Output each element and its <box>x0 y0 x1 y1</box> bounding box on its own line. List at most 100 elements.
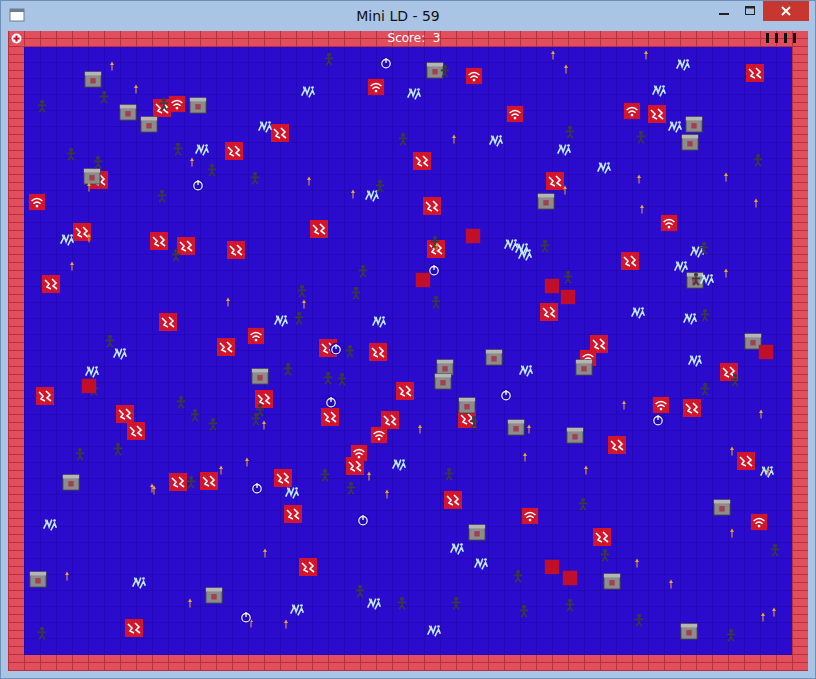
red-tile-icon <box>168 472 188 492</box>
wifi-tile-icon <box>660 214 678 232</box>
flame-icon <box>721 268 731 278</box>
red-tile-icon <box>320 407 340 427</box>
flame-icon <box>751 198 761 208</box>
block-icon <box>544 559 560 575</box>
block-icon <box>560 289 576 305</box>
crate-icon <box>507 418 525 436</box>
zombie-icon <box>157 97 171 111</box>
crate-icon <box>713 498 731 516</box>
flame-icon <box>666 579 676 589</box>
flame-icon <box>619 400 629 410</box>
zombie-icon <box>396 132 410 146</box>
flame-icon <box>84 233 94 243</box>
zombie-icon <box>35 99 49 113</box>
crate-icon <box>458 396 476 414</box>
minimize-icon <box>719 6 729 16</box>
red-tile-icon <box>273 468 293 488</box>
power-orb-icon <box>356 513 370 527</box>
virus-icon <box>472 555 490 573</box>
zombie-icon <box>442 467 456 481</box>
zombie-icon <box>768 543 782 557</box>
virus-icon <box>629 304 647 322</box>
red-tile-icon <box>254 389 274 409</box>
power-orb-icon <box>191 178 205 192</box>
red-tile-icon <box>270 123 290 143</box>
red-tile-icon <box>395 381 415 401</box>
crate-icon <box>29 570 47 588</box>
red-tile-icon <box>126 421 146 441</box>
red-tile-icon <box>607 435 627 455</box>
zombie-icon <box>563 598 577 612</box>
zombie-icon <box>253 403 267 417</box>
virus-icon <box>555 141 573 159</box>
wifi-tile-icon <box>521 507 539 525</box>
virus-icon <box>130 574 148 592</box>
block-icon <box>562 570 578 586</box>
red-tile-icon <box>539 302 559 322</box>
game-area[interactable]: Score: 3 <box>8 31 808 671</box>
crate-icon <box>603 572 621 590</box>
app-window-icon <box>9 7 25 23</box>
flame-icon <box>259 420 269 430</box>
crate-icon <box>537 192 555 210</box>
zombie-icon <box>205 163 219 177</box>
zombie-icon <box>248 171 262 185</box>
virus-icon <box>672 258 690 276</box>
virus-icon <box>288 601 306 619</box>
flame-icon <box>107 61 117 71</box>
zombie-icon <box>449 596 463 610</box>
zombie-icon <box>697 241 711 255</box>
flame-icon <box>260 548 270 558</box>
flame-icon <box>769 607 779 617</box>
virus-icon <box>283 484 301 502</box>
red-tile-icon <box>41 274 61 294</box>
virus-icon <box>256 118 274 136</box>
zombie-icon <box>563 125 577 139</box>
block-icon <box>544 278 560 294</box>
zombie-icon <box>344 481 358 495</box>
zombie-icon <box>73 447 87 461</box>
zombie-icon <box>64 147 78 161</box>
red-tile-icon <box>216 337 236 357</box>
flame-icon <box>382 489 392 499</box>
zombie-icon <box>343 344 357 358</box>
ammo-icon <box>766 33 769 43</box>
power-orb-icon <box>329 342 343 356</box>
crate-icon <box>685 115 703 133</box>
virus-icon <box>516 246 534 264</box>
virus-icon <box>666 118 684 136</box>
wifi-tile-icon <box>168 95 186 113</box>
flame-icon <box>185 598 195 608</box>
health-icon <box>11 33 22 44</box>
crate-icon <box>566 426 584 444</box>
zombie-icon <box>103 334 117 348</box>
red-tile-icon <box>176 236 196 256</box>
virus-icon <box>517 362 535 380</box>
red-tile-icon <box>224 141 244 161</box>
wifi-tile-icon <box>750 513 768 531</box>
maximize-icon <box>745 6 755 16</box>
minimize-button[interactable] <box>711 1 737 21</box>
flame-icon <box>763 467 773 477</box>
zombie-icon <box>698 308 712 322</box>
flame-icon <box>581 465 591 475</box>
flame-icon <box>524 424 534 434</box>
virus-icon <box>272 312 290 330</box>
block-icon <box>465 228 481 244</box>
play-field[interactable] <box>24 47 792 655</box>
red-tile-icon <box>124 618 144 638</box>
power-orb-icon <box>324 395 338 409</box>
maximize-button[interactable] <box>737 1 763 21</box>
zombie-icon <box>429 295 443 309</box>
zombie-icon <box>184 475 198 489</box>
flame-icon <box>758 612 768 622</box>
zombie-icon <box>538 239 552 253</box>
flame-icon <box>364 471 374 481</box>
red-tile-icon <box>745 63 765 83</box>
crate-icon <box>84 70 102 88</box>
power-orb-icon <box>250 481 264 495</box>
virus-icon <box>674 56 692 74</box>
zombie-icon <box>353 584 367 598</box>
close-button[interactable] <box>763 1 809 21</box>
red-tile-icon <box>368 342 388 362</box>
